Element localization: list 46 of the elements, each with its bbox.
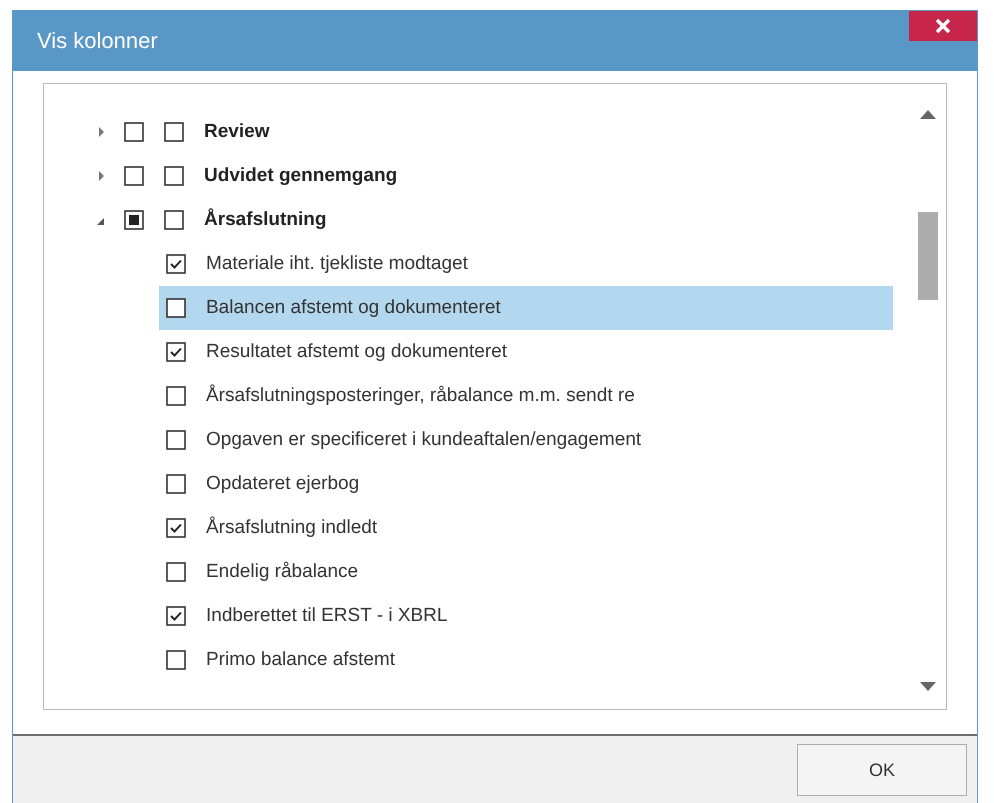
checkbox[interactable] [166, 650, 186, 670]
list-item[interactable]: Endelig råbalance [159, 550, 893, 594]
item-label: Årsafslutningsposteringer, råbalance m.m. sendt re [206, 385, 635, 407]
checkbox[interactable] [124, 122, 144, 142]
checkbox[interactable] [164, 122, 184, 142]
checkbox[interactable] [166, 342, 186, 362]
checkbox[interactable] [164, 166, 184, 186]
checkbox[interactable] [164, 210, 184, 230]
close-button[interactable] [909, 11, 977, 41]
checkbox[interactable] [124, 210, 144, 230]
list-item[interactable]: Materiale iht. tjekliste modtaget [159, 242, 893, 286]
item-label: Endelig råbalance [206, 561, 358, 583]
ok-button[interactable]: OK [797, 744, 967, 796]
checkbox[interactable] [166, 386, 186, 406]
list-item[interactable]: Opgaven er specificeret i kundeaftalen/engagement [159, 418, 893, 462]
item-label: Primo balance afstemt [206, 649, 396, 671]
item-label: Materiale iht. tjekliste modtaget [206, 253, 468, 275]
list-item[interactable]: Primo balance afstemt [159, 638, 893, 682]
scroll-up-icon[interactable] [919, 108, 937, 120]
checkbox[interactable] [166, 474, 186, 494]
group-label[interactable]: Udvidet gennemgang [204, 165, 398, 187]
checkbox[interactable] [166, 298, 186, 318]
checkbox[interactable] [166, 562, 186, 582]
item-label: Balancen afstemt og dokumenteret [206, 297, 501, 319]
list-item[interactable]: Balancen afstemt og dokumenteret [159, 286, 893, 330]
checkbox[interactable] [166, 430, 186, 450]
item-label: Resultatet afstemt og dokumenteret [206, 341, 507, 363]
list-item[interactable]: Årsafslutningsposteringer, råbalance m.m. sendt re [159, 374, 893, 418]
checkbox[interactable] [124, 166, 144, 186]
scrollbar-thumb[interactable] [918, 212, 938, 300]
close-icon [934, 17, 952, 35]
list-item[interactable]: Resultatet afstemt og dokumenteret [159, 330, 893, 374]
checkbox[interactable] [166, 518, 186, 538]
list-item[interactable]: Indberettet til ERST - i XBRL [159, 594, 893, 638]
item-label: Opgaven er specificeret i kundeaftalen/engagement [206, 429, 642, 451]
window-title: Vis kolonner [37, 28, 158, 54]
item-label: Årsafslutning indledt [206, 517, 378, 539]
item-label: Indberettet til ERST - i XBRL [206, 605, 448, 627]
group-label[interactable]: Årsafslutning [204, 209, 326, 231]
checkbox[interactable] [166, 606, 186, 626]
group-label[interactable]: Review [204, 121, 270, 143]
list-item[interactable]: Opdateret ejerbog [159, 462, 893, 506]
checkbox[interactable] [166, 254, 186, 274]
list-item[interactable]: Årsafslutning indledt [159, 506, 893, 550]
item-label: Opdateret ejerbog [206, 473, 360, 495]
scroll-down-icon[interactable] [919, 681, 937, 693]
